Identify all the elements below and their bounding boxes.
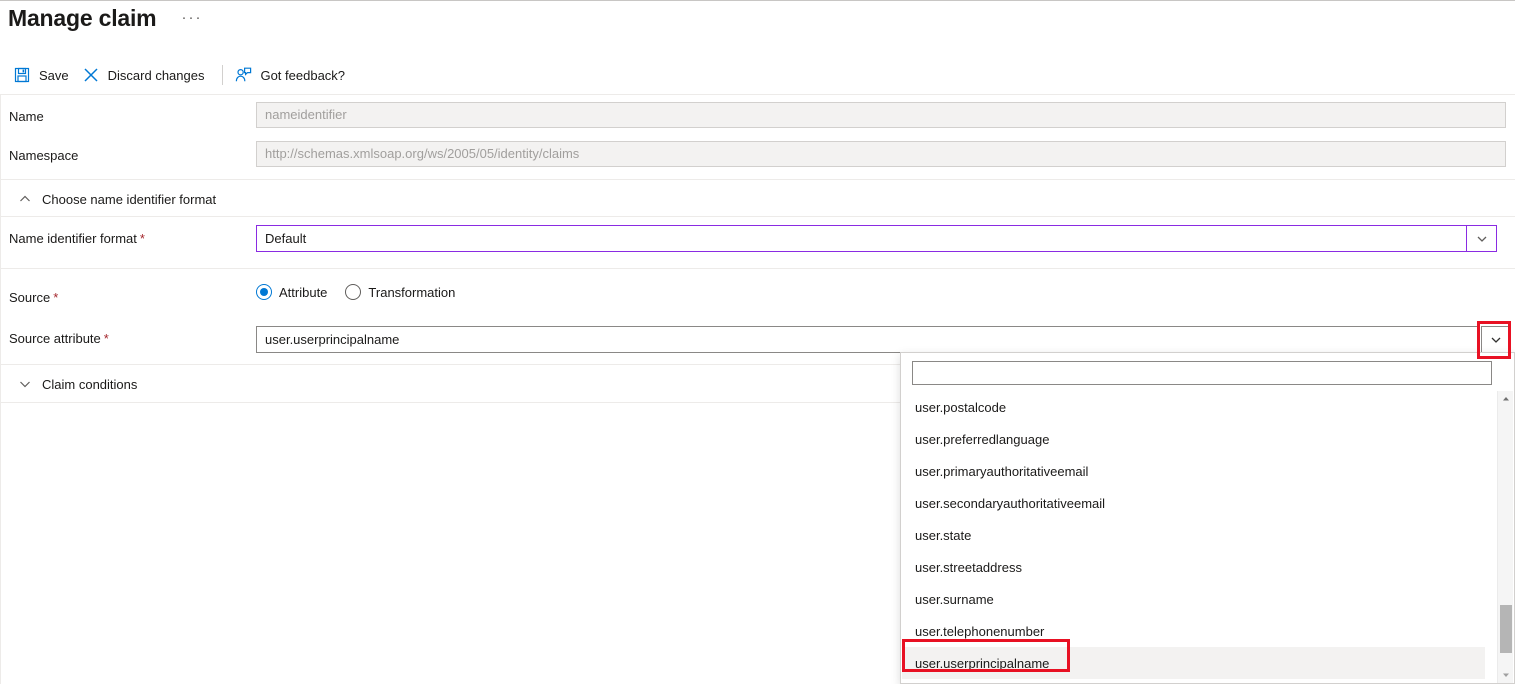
radio-transformation-icon: [345, 284, 362, 300]
section-title-name-identifier-format: Choose name identifier format: [42, 191, 217, 207]
source-label: Source *: [9, 290, 59, 305]
dropdown-option[interactable]: user.preferredlanguage: [902, 423, 1485, 455]
save-label: Save: [39, 67, 69, 83]
close-x-icon: [81, 65, 101, 85]
command-bar: Save Discard changes Got feedback?: [0, 56, 1515, 94]
dropdown-option[interactable]: user.streetaddress: [902, 551, 1485, 583]
namespace-input: http://schemas.xmlsoap.org/ws/2005/05/id…: [256, 141, 1506, 167]
save-icon: [12, 65, 32, 85]
divider-2: [1, 216, 1515, 217]
page-title: Manage claim: [8, 5, 157, 31]
source-radio-group: Attribute Transformation: [256, 284, 473, 300]
radio-source-attribute[interactable]: Attribute: [256, 284, 327, 300]
name-input: nameidentifier: [256, 102, 1506, 128]
scroll-down-arrow-icon[interactable]: [1498, 667, 1514, 683]
dropdown-option[interactable]: user.surname: [902, 583, 1485, 615]
name-identifier-format-value: Default: [265, 231, 307, 246]
save-button[interactable]: Save: [10, 60, 79, 90]
source-attribute-combobox[interactable]: user.userprincipalname: [256, 326, 1478, 353]
got-feedback-label: Got feedback?: [260, 67, 346, 83]
source-attribute-dropdown-button[interactable]: [1481, 326, 1511, 353]
divider-1: [1, 179, 1515, 180]
divider-3: [1, 268, 1515, 269]
dropdown-option-selected[interactable]: user.userprincipalname: [902, 647, 1485, 679]
radio-transformation-label: Transformation: [368, 284, 456, 300]
required-indicator: *: [139, 231, 145, 246]
discard-changes-label: Discard changes: [107, 67, 205, 83]
dropdown-scrollbar[interactable]: [1497, 391, 1513, 683]
source-attribute-dropdown-panel: user.postalcode user.preferredlanguage u…: [900, 352, 1515, 684]
chevron-up-icon: [17, 191, 33, 207]
required-indicator: *: [103, 331, 109, 346]
command-bar-divider: [222, 65, 224, 85]
discard-changes-button[interactable]: Discard changes: [79, 60, 215, 90]
feedback-person-icon: [233, 65, 253, 85]
scrollbar-thumb[interactable]: [1500, 605, 1512, 653]
name-label: Name: [9, 109, 44, 124]
dropdown-search-input[interactable]: [912, 361, 1492, 385]
dropdown-option[interactable]: user.secondaryauthoritativeemail: [902, 487, 1485, 519]
name-identifier-format-combobox[interactable]: Default: [256, 225, 1497, 252]
dropdown-option-list: user.postalcode user.preferredlanguage u…: [902, 391, 1485, 683]
dropdown-option[interactable]: user.postalcode: [902, 391, 1485, 423]
chevron-down-icon: [17, 376, 33, 392]
chevron-down-icon[interactable]: [1466, 226, 1496, 251]
dropdown-option[interactable]: user.telephonenumber: [902, 615, 1485, 647]
scroll-up-arrow-icon[interactable]: [1498, 391, 1514, 407]
dropdown-option[interactable]: user.state: [902, 519, 1485, 551]
namespace-label: Namespace: [9, 148, 79, 163]
radio-attribute-icon: [256, 284, 272, 300]
name-identifier-format-label: Name identifier format *: [9, 231, 145, 246]
chevron-down-icon: [1491, 337, 1501, 343]
blade-header: Manage claim ···: [0, 0, 1515, 52]
section-toggle-claim-conditions[interactable]: Claim conditions: [17, 376, 137, 392]
section-toggle-name-identifier-format[interactable]: Choose name identifier format: [17, 191, 216, 207]
source-attribute-label: Source attribute *: [9, 331, 109, 346]
dropdown-option[interactable]: user.primaryauthoritativeemail: [902, 455, 1485, 487]
source-attribute-value: user.userprincipalname: [265, 332, 400, 347]
more-options-icon[interactable]: ···: [180, 7, 204, 31]
got-feedback-button[interactable]: Got feedback?: [231, 60, 355, 90]
radio-source-transformation[interactable]: Transformation: [345, 284, 455, 300]
radio-attribute-label: Attribute: [279, 284, 328, 300]
required-indicator: *: [53, 290, 59, 305]
section-title-claim-conditions: Claim conditions: [42, 376, 138, 392]
